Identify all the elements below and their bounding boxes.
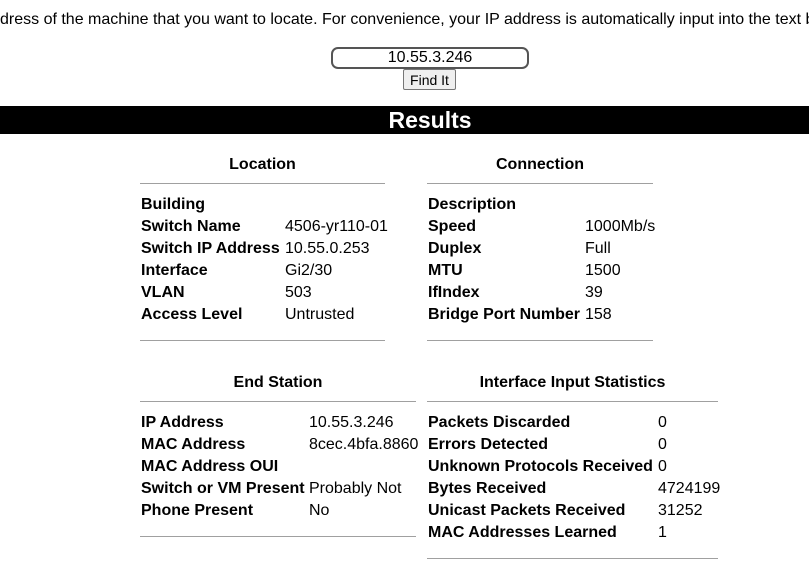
- info-row: Bytes Received 4724199: [428, 480, 721, 502]
- row-label: Description: [428, 196, 517, 213]
- info-row: Bridge Port Number 158: [428, 306, 654, 328]
- row-value: 503: [285, 284, 312, 301]
- row-label: MAC Address: [141, 436, 246, 453]
- divider: [140, 183, 385, 184]
- row-value: 39: [585, 284, 603, 301]
- row-label: MTU: [428, 262, 463, 279]
- row-label: MAC Address OUI: [141, 458, 279, 475]
- info-row: Switch Name 4506-yr110-01: [141, 218, 388, 240]
- info-row: Unicast Packets Received 31252: [428, 502, 719, 524]
- divider: [140, 536, 416, 537]
- find-it-button[interactable]: Find It: [403, 69, 456, 90]
- panel-title: Location: [229, 156, 296, 173]
- row-value: 31252: [658, 502, 703, 519]
- end-station-panel: End Station IP Address 10.55.3.246 MAC Addr…: [140, 374, 419, 554]
- row-label: Speed: [428, 218, 477, 235]
- info-row: Building: [141, 196, 386, 218]
- info-row: Switch or VM Present Probably Not: [141, 480, 417, 502]
- location-panel: Location Building Switch Name 4506-yr110-01…: [140, 156, 388, 358]
- info-row: Interface Gi2/30: [141, 262, 386, 284]
- instructions-text: dress of the machine that you want to lo…: [0, 11, 809, 28]
- row-value: 8cec.4bfa.8860: [309, 436, 419, 453]
- row-value: 158: [585, 306, 612, 323]
- info-row: VLAN 503: [141, 284, 386, 306]
- info-row: Description: [428, 196, 654, 218]
- info-row: Errors Detected 0: [428, 436, 719, 458]
- row-value: Gi2/30: [285, 262, 333, 279]
- row-label: Bridge Port Number: [428, 306, 581, 323]
- row-label: IfIndex: [428, 284, 480, 301]
- row-label: Packets Discarded: [428, 414, 571, 431]
- info-row: IfIndex 39: [428, 284, 654, 306]
- row-label: Access Level: [141, 306, 243, 323]
- results-header-bar: Results: [0, 106, 809, 134]
- row-label: Building: [141, 196, 205, 213]
- info-row: MAC Address 8cec.4bfa.8860: [141, 436, 419, 458]
- info-row: Switch IP Address 10.55.0.253: [141, 240, 386, 262]
- row-label: Interface: [141, 262, 208, 279]
- row-label: Phone Present: [141, 502, 254, 519]
- row-label: Errors Detected: [428, 436, 549, 453]
- info-row: IP Address 10.55.3.246: [141, 414, 417, 436]
- row-value: 0: [658, 458, 667, 475]
- info-row: MTU 1500: [428, 262, 654, 284]
- connection-panel: Connection Description Speed 1000Mb/s Duplex…: [427, 156, 656, 358]
- row-label: Bytes Received: [428, 480, 547, 497]
- info-row: MAC Address OUI: [141, 458, 417, 480]
- row-value: 10.55.0.253: [285, 240, 370, 257]
- row-value: 1: [658, 524, 667, 541]
- row-label: Unknown Protocols Received: [428, 458, 653, 475]
- row-value: Untrusted: [285, 306, 355, 323]
- interface-input-statistics-panel: Interface Input Statistics Packets Discar…: [427, 374, 721, 576]
- info-row: Phone Present No: [141, 502, 417, 524]
- row-value: 4506-yr110-01: [285, 218, 388, 235]
- row-value: Full: [585, 240, 611, 257]
- row-value: No: [309, 502, 330, 519]
- panel-title: Interface Input Statistics: [479, 374, 666, 391]
- row-value: 0: [658, 436, 667, 453]
- row-label: Duplex: [428, 240, 482, 257]
- info-row: Unknown Protocols Received 0: [428, 458, 719, 480]
- row-value: Probably Not: [309, 480, 402, 497]
- divider: [427, 183, 653, 184]
- row-value: 1000Mb/s: [585, 218, 656, 235]
- divider: [427, 401, 718, 402]
- results-title: Results: [388, 107, 472, 133]
- panel-title: End Station: [233, 374, 323, 391]
- divider: [427, 340, 653, 341]
- row-value: 0: [658, 414, 667, 431]
- info-row: Access Level Untrusted: [141, 306, 386, 328]
- info-row: MAC Addresses Learned 1: [428, 524, 719, 546]
- row-label: Switch or VM Present: [141, 480, 305, 497]
- row-value: 4724199: [658, 480, 721, 497]
- info-row: Duplex Full: [428, 240, 654, 262]
- row-label: VLAN: [141, 284, 185, 301]
- row-value: 10.55.3.246: [309, 414, 394, 431]
- divider: [140, 340, 385, 341]
- row-label: IP Address: [141, 414, 224, 431]
- row-label: Unicast Packets Received: [428, 502, 626, 519]
- row-label: Switch IP Address: [141, 240, 280, 257]
- row-label: Switch Name: [141, 218, 241, 235]
- divider: [427, 558, 718, 559]
- row-value: 1500: [585, 262, 621, 279]
- divider: [140, 401, 416, 402]
- panel-title: Connection: [496, 156, 584, 173]
- info-row: Speed 1000Mb/s: [428, 218, 656, 240]
- info-row: Packets Discarded 0: [428, 414, 719, 436]
- ip-address-input[interactable]: [331, 47, 529, 69]
- row-label: MAC Addresses Learned: [428, 524, 617, 541]
